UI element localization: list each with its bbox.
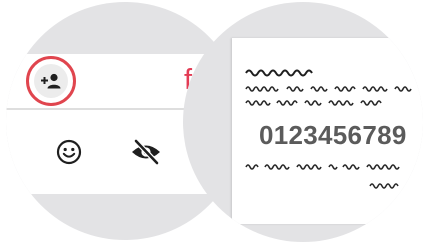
blurred-text-line <box>245 86 412 92</box>
emoji-icon <box>56 139 82 165</box>
emoji-button[interactable] <box>54 137 84 167</box>
add-contact-icon-wrap <box>34 64 68 98</box>
blurred-text-line <box>245 100 382 106</box>
blurred-text-line <box>245 164 400 170</box>
eye-off-icon <box>132 138 160 166</box>
hide-button[interactable] <box>129 137 163 167</box>
add-contact-button[interactable] <box>26 56 76 106</box>
blurred-text-line <box>245 69 313 77</box>
blurred-text-line <box>369 183 399 189</box>
zoom-lens-message: 0123456789 <box>183 2 423 242</box>
zoomed-screenshot: fran <box>0 0 431 242</box>
person-add-icon <box>41 73 61 89</box>
verification-code: 0123456789 <box>259 120 407 150</box>
